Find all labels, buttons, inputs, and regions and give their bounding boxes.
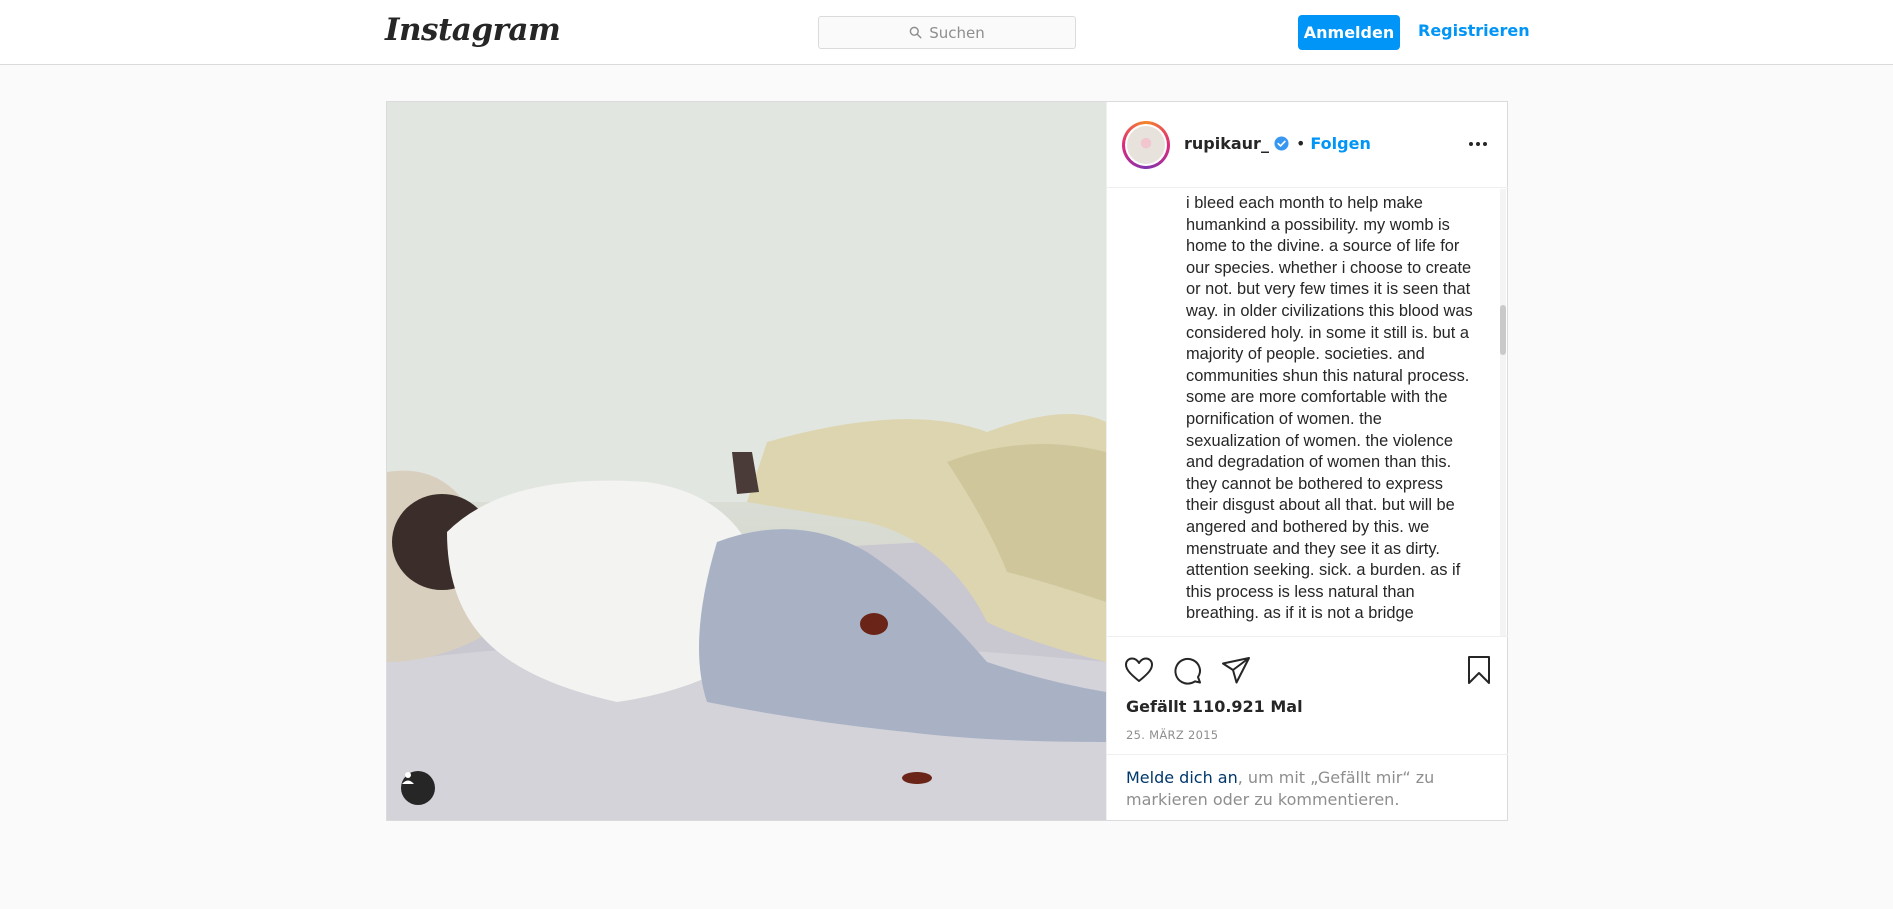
post-photo-illustration [387,102,1106,820]
search-icon [909,26,922,39]
comment-button[interactable] [1171,654,1203,686]
separator-dot: • [1295,134,1306,153]
share-button[interactable] [1220,654,1252,686]
username-row: rupikaur_ • Folgen [1184,134,1371,153]
avatar[interactable] [1122,121,1170,169]
login-button[interactable]: Anmelden [1298,15,1400,50]
like-button[interactable] [1123,654,1155,686]
share-icon [1222,657,1250,684]
post-header: rupikaur_ • Folgen [1107,102,1508,188]
likes-count[interactable]: Gefällt 110.921 Mal [1126,697,1303,716]
avatar-image [1127,126,1165,164]
caption-scrollbar-track[interactable] [1500,189,1506,636]
post-actions: Gefällt 110.921 Mal 25. MÄRZ 2015 [1107,636,1508,756]
search-input[interactable]: Suchen [818,16,1076,49]
more-options-icon [1469,142,1487,146]
comment-icon [1174,657,1201,685]
user-tag-icon [402,772,414,784]
register-link[interactable]: Registrieren [1418,21,1530,40]
bookmark-icon [1468,656,1490,684]
user-tag-button[interactable] [401,771,435,805]
post-card: rupikaur_ • Folgen i bleed each month to… [386,101,1508,821]
username-link[interactable]: rupikaur_ [1184,134,1269,153]
top-navigation-bar: Instagram Suchen Anmelden Registrieren [0,0,1893,65]
caption-scroll-area[interactable]: i bleed each month to help make humankin… [1107,189,1508,636]
post-photo[interactable] [387,102,1106,820]
post-date[interactable]: 25. MÄRZ 2015 [1126,728,1218,742]
login-prompt-link[interactable]: Melde dich an [1126,768,1238,787]
caption-scrollbar-thumb[interactable] [1500,305,1506,355]
verified-badge-icon [1274,136,1289,151]
post-caption: i bleed each month to help make humankin… [1186,194,1473,623]
more-options-button[interactable] [1466,132,1490,156]
follow-button[interactable]: Folgen [1310,134,1370,153]
post-sidebar: rupikaur_ • Folgen i bleed each month to… [1106,102,1508,820]
heart-icon [1125,657,1153,682]
search-placeholder: Suchen [929,23,985,42]
instagram-logo[interactable]: Instagram [385,12,561,48]
avatar-frame [1125,124,1167,166]
bookmark-button[interactable] [1463,654,1495,686]
login-prompt: Melde dich an, um mit „Gefällt mir“ zu m… [1107,754,1508,820]
